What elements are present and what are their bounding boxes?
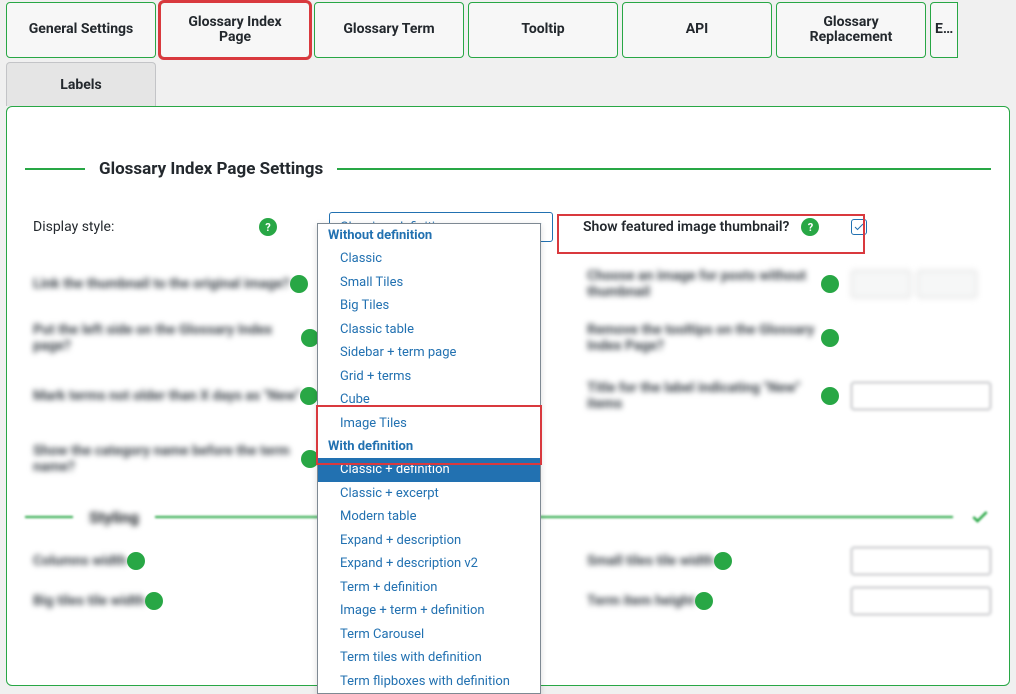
secondary-tabs: Labels <box>0 58 1016 106</box>
primary-tabs: General Settings Glossary Index Page Glo… <box>0 0 1016 58</box>
dropdown-option[interactable]: Term Carousel <box>318 623 540 647</box>
dropdown-group-label: With definition <box>318 435 540 458</box>
tab-general-settings[interactable]: General Settings <box>6 2 156 58</box>
row-featured-image: Show featured image thumbnail? ? <box>575 214 875 240</box>
dropdown-option[interactable]: Image Tiles <box>318 412 540 436</box>
dropdown-option[interactable]: Cube <box>318 388 540 412</box>
display-style-dropdown[interactable]: Without definition Classic Small Tiles B… <box>317 223 541 694</box>
subtab-labels[interactable]: Labels <box>6 62 156 106</box>
dropdown-option[interactable]: Grid + terms <box>318 365 540 389</box>
dropdown-option[interactable]: Classic + excerpt <box>318 482 540 506</box>
dropdown-option[interactable]: Term + definition <box>318 576 540 600</box>
tab-glossary-replacement[interactable]: Glossary Replacement <box>776 2 926 58</box>
tab-tooltip[interactable]: Tooltip <box>468 2 618 58</box>
tab-glossary-term[interactable]: Glossary Term <box>314 2 464 58</box>
dropdown-option[interactable]: Sidebar + term page <box>318 341 540 365</box>
featured-image-checkbox[interactable] <box>851 219 867 235</box>
section-header: Glossary Index Page Settings <box>25 159 991 179</box>
dropdown-option[interactable]: Big Tiles <box>318 294 540 318</box>
dropdown-option[interactable]: Expand + description <box>318 529 540 553</box>
dropdown-option[interactable]: Classic table <box>318 318 540 342</box>
display-style-label: Display style: <box>33 219 259 235</box>
dropdown-group-label: Without definition <box>318 224 540 247</box>
featured-image-label: Show featured image thumbnail? <box>583 219 789 235</box>
divider-line <box>25 168 85 170</box>
section-title: Glossary Index Page Settings <box>99 159 323 179</box>
tab-api[interactable]: API <box>622 2 772 58</box>
dropdown-option[interactable]: Small Tiles <box>318 271 540 295</box>
dropdown-option[interactable]: Term flipboxes with definition <box>318 670 540 694</box>
help-icon[interactable]: ? <box>801 218 819 236</box>
dropdown-option[interactable]: Modern table <box>318 505 540 529</box>
tab-more-truncated[interactable]: E… <box>930 2 958 58</box>
tab-glossary-index-page[interactable]: Glossary Index Page <box>160 2 310 58</box>
dropdown-option[interactable]: Classic <box>318 247 540 271</box>
dropdown-option[interactable]: Expand + description v2 <box>318 552 540 576</box>
help-icon[interactable]: ? <box>259 218 277 236</box>
divider-line <box>337 168 991 170</box>
dropdown-option[interactable]: Image + term + definition <box>318 599 540 623</box>
dropdown-option[interactable]: Term tiles with definition <box>318 646 540 670</box>
dropdown-option-selected[interactable]: Classic + definition <box>318 458 540 482</box>
settings-panel: Glossary Index Page Settings Display sty… <box>6 106 1010 686</box>
